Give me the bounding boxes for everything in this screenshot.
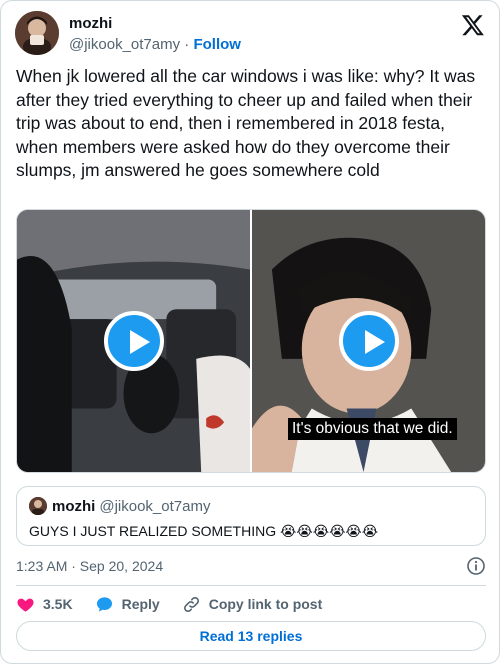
reply-button[interactable]: Reply <box>95 595 160 614</box>
quoted-tweet-header: mozhi @jikook_ot7amy <box>29 497 473 515</box>
video-thumbnail-interview[interactable]: It's obvious that we did. <box>252 210 485 472</box>
author-handle-row: @jikook_ot7amy · Follow <box>69 35 241 54</box>
author-avatar[interactable] <box>15 11 59 55</box>
tweet-text: When jk lowered all the car windows i wa… <box>16 66 476 181</box>
author-info: mozhi @jikook_ot7amy · Follow <box>69 14 241 54</box>
tweet-header: mozhi @jikook_ot7amy · Follow <box>15 11 485 55</box>
read-replies-button[interactable]: Read 13 replies <box>16 621 486 651</box>
heart-icon <box>17 598 34 612</box>
x-logo-icon[interactable] <box>461 13 485 37</box>
action-bar: 3.5K Reply Copy link to post <box>16 593 344 615</box>
play-video-button-2[interactable] <box>338 311 399 371</box>
tweet-embed-card: mozhi @jikook_ot7amy · Follow When jk lo… <box>0 0 500 664</box>
info-icon[interactable] <box>466 556 486 576</box>
video-thumbnail-car[interactable] <box>17 210 250 472</box>
play-video-button-1[interactable] <box>103 311 164 371</box>
reply-label: Reply <box>121 596 160 612</box>
quoted-author-avatar <box>29 497 47 515</box>
like-button[interactable]: 3.5K <box>16 595 73 614</box>
like-count: 3.5K <box>43 596 73 612</box>
link-icon <box>183 596 199 612</box>
quoted-author-handle: @jikook_ot7amy <box>99 497 211 515</box>
video-caption: It's obvious that we did. <box>288 418 457 440</box>
copy-link-label: Copy link to post <box>208 596 323 612</box>
reply-bubble-icon <box>96 596 112 612</box>
divider <box>16 585 486 586</box>
quoted-author-display-name: mozhi <box>52 497 96 515</box>
copy-link-button[interactable]: Copy link to post <box>182 595 323 614</box>
quoted-tweet[interactable]: mozhi @jikook_ot7amy GUYS I JUST REALIZE… <box>16 486 486 546</box>
tweet-timestamp[interactable]: 1:23 AM · Sep 20, 2024 <box>16 558 163 574</box>
handle-separator: · <box>184 36 190 53</box>
follow-button[interactable]: Follow <box>193 36 241 53</box>
timestamp-row: 1:23 AM · Sep 20, 2024 <box>16 556 486 576</box>
quoted-tweet-text: GUYS I JUST REALIZED SOMETHING 😭😭😭😭😭😭 <box>29 523 379 539</box>
media-grid: It's obvious that we did. <box>16 209 486 473</box>
author-handle[interactable]: @jikook_ot7amy <box>69 36 180 53</box>
author-display-name[interactable]: mozhi <box>69 14 241 33</box>
